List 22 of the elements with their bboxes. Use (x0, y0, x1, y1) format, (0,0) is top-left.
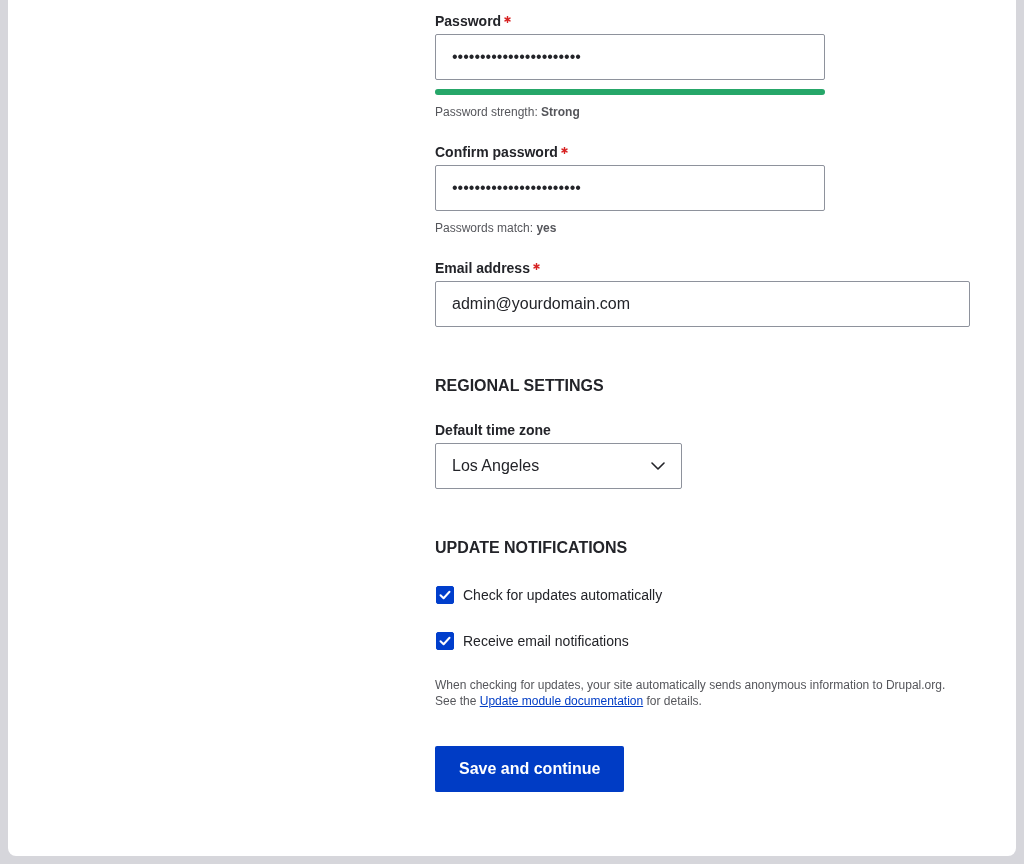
email-field[interactable]: admin@yourdomain.com (435, 281, 970, 327)
section-heading: UPDATE NOTIFICATIONS (435, 538, 628, 558)
documentation-link[interactable]: Update module documentation (479, 694, 644, 708)
password-field[interactable]: ••••••••••••••••••••••• (435, 165, 825, 211)
chevron-down-icon (651, 462, 665, 470)
field-label: Email address (435, 259, 530, 277)
time-zone-select[interactable]: Los Angeles (435, 443, 682, 489)
checkmark-icon (439, 636, 451, 646)
password-field[interactable]: ••••••••••••••••••••••• (435, 34, 825, 80)
field-label: Password (435, 12, 502, 30)
checkbox-label: Receive email notifications (463, 632, 629, 651)
checkbox[interactable] (436, 632, 454, 650)
field-help-text: Password strength: Strong (435, 104, 581, 120)
update-notice-text: When checking for updates, your site automatically sends anonymous information to Drupal.org. See the Update module documentation for details. (435, 677, 947, 709)
section-heading: REGIONAL SETTINGS (435, 376, 604, 396)
checkbox[interactable] (436, 586, 454, 604)
checkmark-icon (439, 590, 451, 600)
save-and-continue-button[interactable]: Save and continue (435, 746, 625, 792)
checkbox-label: Check for updates automatically (463, 586, 663, 605)
field-label: Default time zone (435, 421, 551, 439)
field-label: Confirm password (435, 143, 558, 161)
field-help-text: Passwords match: yes (435, 220, 558, 236)
